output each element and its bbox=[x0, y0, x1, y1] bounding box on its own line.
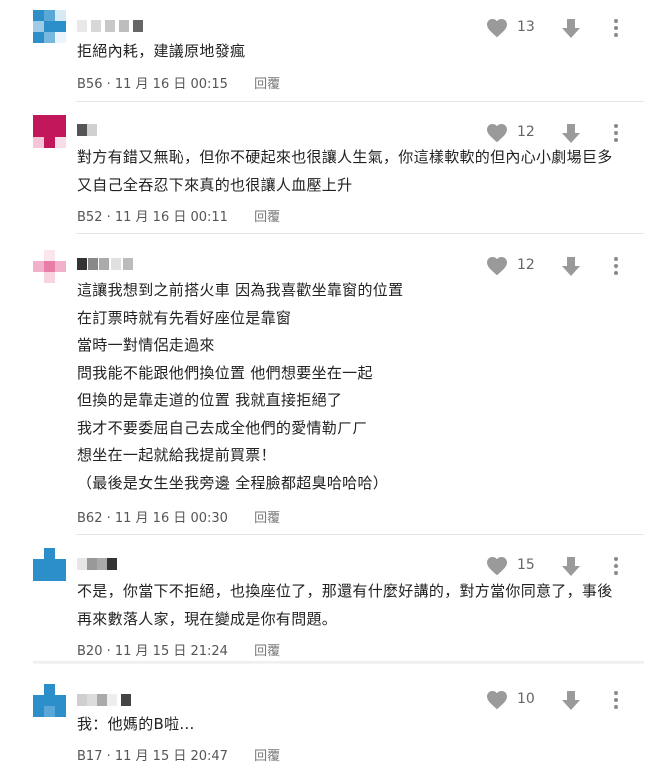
arrow-down-icon[interactable] bbox=[559, 688, 583, 712]
floor-number: B62 bbox=[77, 511, 103, 526]
arrow-down-icon[interactable] bbox=[559, 554, 583, 578]
comment-meta: B62 · 11 月 16 日 00:30 回覆 bbox=[77, 511, 281, 526]
comment-text: 對方有錯又無恥，但你不硬起來也很讓人生氣，你這樣軟軟的但內心小劇場巨多 又自己全… bbox=[77, 148, 613, 194]
more-options-icon[interactable] bbox=[612, 554, 620, 578]
heart-icon[interactable] bbox=[485, 121, 509, 145]
like-count: 15 bbox=[517, 557, 535, 573]
like-count: 10 bbox=[517, 691, 535, 707]
heart-icon[interactable] bbox=[485, 554, 509, 578]
divider bbox=[76, 233, 644, 234]
heart-icon[interactable] bbox=[485, 254, 509, 278]
heart-icon[interactable] bbox=[485, 688, 509, 712]
like-count: 12 bbox=[517, 124, 535, 140]
timestamp: 11 月 15 日 20:47 bbox=[114, 749, 228, 764]
divider bbox=[76, 534, 644, 535]
more-options-icon[interactable] bbox=[612, 688, 620, 712]
avatar[interactable] bbox=[33, 684, 67, 718]
arrow-down-icon[interactable] bbox=[559, 254, 583, 278]
avatar[interactable] bbox=[33, 115, 67, 149]
avatar[interactable] bbox=[33, 10, 67, 44]
timestamp: 11 月 16 日 00:11 bbox=[114, 210, 228, 225]
reply-link[interactable]: 回覆 bbox=[254, 511, 280, 526]
heart-icon[interactable] bbox=[485, 16, 509, 40]
divider bbox=[33, 661, 644, 664]
floor-number: B52 bbox=[77, 210, 103, 225]
reply-link[interactable]: 回覆 bbox=[254, 749, 280, 764]
avatar[interactable] bbox=[33, 250, 67, 284]
comment-text: 我：他媽的B啦... bbox=[77, 715, 195, 733]
avatar[interactable] bbox=[33, 548, 67, 582]
timestamp: 11 月 16 日 00:30 bbox=[114, 511, 228, 526]
divider bbox=[76, 101, 644, 102]
comment-meta: B56 · 11 月 16 日 00:15 回覆 bbox=[77, 77, 281, 92]
timestamp: 11 月 15 日 21:24 bbox=[114, 644, 228, 659]
timestamp: 11 月 16 日 00:15 bbox=[114, 77, 228, 92]
like-count: 13 bbox=[517, 19, 535, 35]
reply-link[interactable]: 回覆 bbox=[254, 77, 280, 92]
comment-meta: B52 · 11 月 16 日 00:11 回覆 bbox=[77, 210, 281, 225]
comment-meta: B17 · 11 月 15 日 20:47 回覆 bbox=[77, 749, 281, 764]
arrow-down-icon[interactable] bbox=[559, 121, 583, 145]
more-options-icon[interactable] bbox=[612, 121, 620, 145]
more-options-icon[interactable] bbox=[612, 16, 620, 40]
floor-number: B20 bbox=[77, 644, 103, 659]
reply-link[interactable]: 回覆 bbox=[254, 644, 280, 659]
more-options-icon[interactable] bbox=[612, 254, 620, 278]
floor-number: B56 bbox=[77, 77, 103, 92]
comment-text: 不是，你當下不拒絕，也換座位了，那還有什麼好講的，對方當你同意了，事後 再來數落… bbox=[77, 582, 613, 628]
like-count: 12 bbox=[517, 257, 535, 273]
reply-link[interactable]: 回覆 bbox=[254, 210, 280, 225]
floor-number: B17 bbox=[77, 749, 103, 764]
comment-meta: B20 · 11 月 15 日 21:24 回覆 bbox=[77, 644, 281, 659]
comment-text: 這讓我想到之前搭火車 因為我喜歡坐靠窗的位置 在訂票時就有先看好座位是靠窗 當時… bbox=[77, 281, 404, 492]
arrow-down-icon[interactable] bbox=[559, 16, 583, 40]
comment-text: 拒絕內耗，建議原地發瘋 bbox=[77, 42, 246, 60]
